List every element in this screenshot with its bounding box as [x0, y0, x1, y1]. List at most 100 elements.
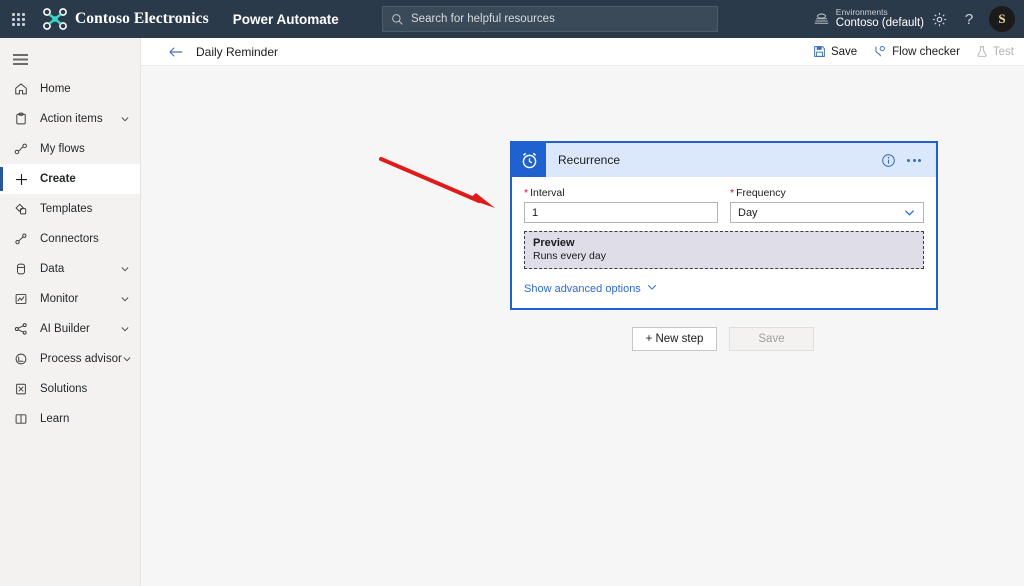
arrow-left-icon — [169, 46, 183, 57]
chevron-down-icon — [646, 281, 658, 296]
recurrence-card[interactable]: Recurrence * Interval 1 * Frequency Day … — [510, 141, 938, 310]
test-button[interactable]: Test — [976, 45, 1014, 58]
chevron-down-icon — [120, 114, 130, 124]
templates-icon — [14, 202, 31, 216]
new-step-button[interactable]: + New step — [632, 327, 717, 351]
sidebar-item-create[interactable]: Create — [0, 164, 140, 194]
sidebar-item-label: Monitor — [40, 293, 79, 305]
process-advisor-icon — [14, 352, 31, 366]
chevron-down-icon — [120, 294, 130, 304]
ellipsis-icon — [907, 158, 921, 162]
sidebar-toggle-button[interactable] — [0, 41, 140, 69]
command-bar: Daily Reminder Save Flow checker Test — [141, 38, 1024, 66]
sidebar-item-label: AI Builder — [40, 323, 90, 335]
app-name: Power Automate — [232, 11, 339, 27]
save-button[interactable]: Save — [813, 45, 857, 58]
connectors-icon — [14, 232, 31, 246]
topbar-right-actions: Environments Contoso (default) ? S — [810, 0, 1024, 38]
sidebar-item-label: Home — [40, 83, 71, 95]
top-navigation-bar: Contoso Electronics Power Automate Searc… — [0, 0, 1024, 38]
clipboard-icon — [14, 112, 31, 126]
sidebar-item-action-items[interactable]: Action items — [0, 104, 140, 134]
sidebar-item-process-advisor[interactable]: Process advisor — [0, 344, 140, 374]
flow-checker-button[interactable]: Flow checker — [873, 45, 960, 58]
sidebar-item-label: My flows — [40, 143, 85, 155]
main-content: Daily Reminder Save Flow checker Test Re… — [141, 38, 1024, 586]
avatar[interactable]: S — [989, 6, 1015, 32]
sidebar-item-learn[interactable]: Learn — [0, 404, 140, 434]
save-button-label: Save — [830, 45, 858, 58]
waffle-icon — [11, 12, 25, 26]
interval-input[interactable]: 1 — [524, 202, 718, 223]
save-icon — [814, 46, 825, 57]
annotation-arrow-icon — [379, 157, 495, 208]
flow-designer-canvas: Recurrence * Interval 1 * Frequency Day … — [141, 66, 1024, 586]
frequency-field: * Frequency Day — [730, 187, 924, 223]
ai-builder-icon — [14, 322, 31, 336]
settings-button[interactable] — [924, 0, 954, 38]
page-title: Daily Reminder — [196, 44, 279, 59]
show-advanced-options-link[interactable]: Show advanced options — [524, 281, 658, 296]
chevron-down-icon — [903, 206, 916, 219]
recurrence-card-title: Recurrence — [558, 153, 621, 167]
flow-checker-label: Flow checker — [892, 45, 960, 58]
sidebar-item-label: Create — [40, 173, 76, 185]
sidebar-item-label: Learn — [40, 413, 70, 425]
help-button[interactable]: ? — [954, 0, 984, 38]
gear-icon — [932, 12, 946, 26]
chevron-down-icon — [122, 354, 132, 364]
home-icon — [14, 82, 31, 96]
canvas-save-button[interactable]: Save — [729, 327, 814, 351]
sidebar-item-home[interactable]: Home — [0, 74, 140, 104]
brand-name: Contoso Electronics — [75, 10, 209, 27]
sidebar-item-my-flows[interactable]: My flows — [0, 134, 140, 164]
recurrence-card-header[interactable]: Recurrence — [512, 143, 936, 177]
learn-icon — [14, 412, 31, 426]
frequency-label: * Frequency — [730, 187, 924, 199]
sidebar-item-connectors[interactable]: Connectors — [0, 224, 140, 254]
question-mark-icon: ? — [964, 10, 974, 28]
interval-field: * Interval 1 — [524, 187, 718, 223]
sidebar-item-data[interactable]: Data — [0, 254, 140, 284]
solutions-icon — [14, 382, 31, 396]
frequency-dropdown[interactable]: Day — [730, 202, 924, 223]
sidebar-item-templates[interactable]: Templates — [0, 194, 140, 224]
environment-selector[interactable]: Environments Contoso (default) — [835, 6, 924, 31]
flask-icon — [977, 46, 987, 57]
search-container: Search for helpful resources — [382, 6, 718, 32]
environment-label: Environments — [835, 6, 888, 17]
sidebar-item-label: Process advisor — [40, 353, 122, 365]
alarm-clock-icon — [512, 143, 546, 177]
plus-icon — [14, 172, 31, 187]
info-icon — [881, 153, 895, 167]
sidebar-item-label: Solutions — [40, 383, 88, 395]
preview-title: Preview — [533, 237, 575, 249]
test-button-label: Test — [992, 45, 1014, 58]
search-icon — [392, 13, 403, 25]
contoso-logo-icon — [43, 8, 67, 30]
chevron-down-icon — [120, 264, 130, 274]
app-body: Home Action items My flows Create Templa… — [0, 38, 1024, 586]
show-advanced-options-label: Show advanced options — [524, 282, 641, 295]
environment-value: Contoso (default) — [835, 17, 924, 30]
sidebar: Home Action items My flows Create Templa… — [0, 38, 141, 586]
sidebar-item-label: Templates — [40, 203, 93, 215]
command-bar-actions: Save Flow checker Test — [813, 45, 1014, 58]
sidebar-item-label: Data — [40, 263, 65, 275]
sidebar-item-monitor[interactable]: Monitor — [0, 284, 140, 314]
environment-icon — [810, 12, 834, 27]
sidebar-item-solutions[interactable]: Solutions — [0, 374, 140, 404]
app-launcher-button[interactable] — [0, 0, 36, 38]
search-input[interactable]: Search for helpful resources — [382, 6, 718, 32]
sidebar-nav: Home Action items My flows Create Templa… — [0, 74, 140, 434]
required-asterisk: * — [524, 187, 529, 199]
recurrence-fields: * Interval 1 * Frequency Day — [524, 187, 924, 223]
more-commands-button[interactable] — [903, 149, 925, 171]
interval-label-text: Interval — [530, 187, 565, 199]
preview-text: Runs every day — [533, 250, 606, 262]
search-placeholder: Search for helpful resources — [411, 13, 555, 25]
sidebar-item-ai-builder[interactable]: AI Builder — [0, 314, 140, 344]
back-button[interactable] — [165, 41, 187, 63]
hamburger-icon — [13, 54, 28, 56]
info-button[interactable] — [877, 149, 899, 171]
